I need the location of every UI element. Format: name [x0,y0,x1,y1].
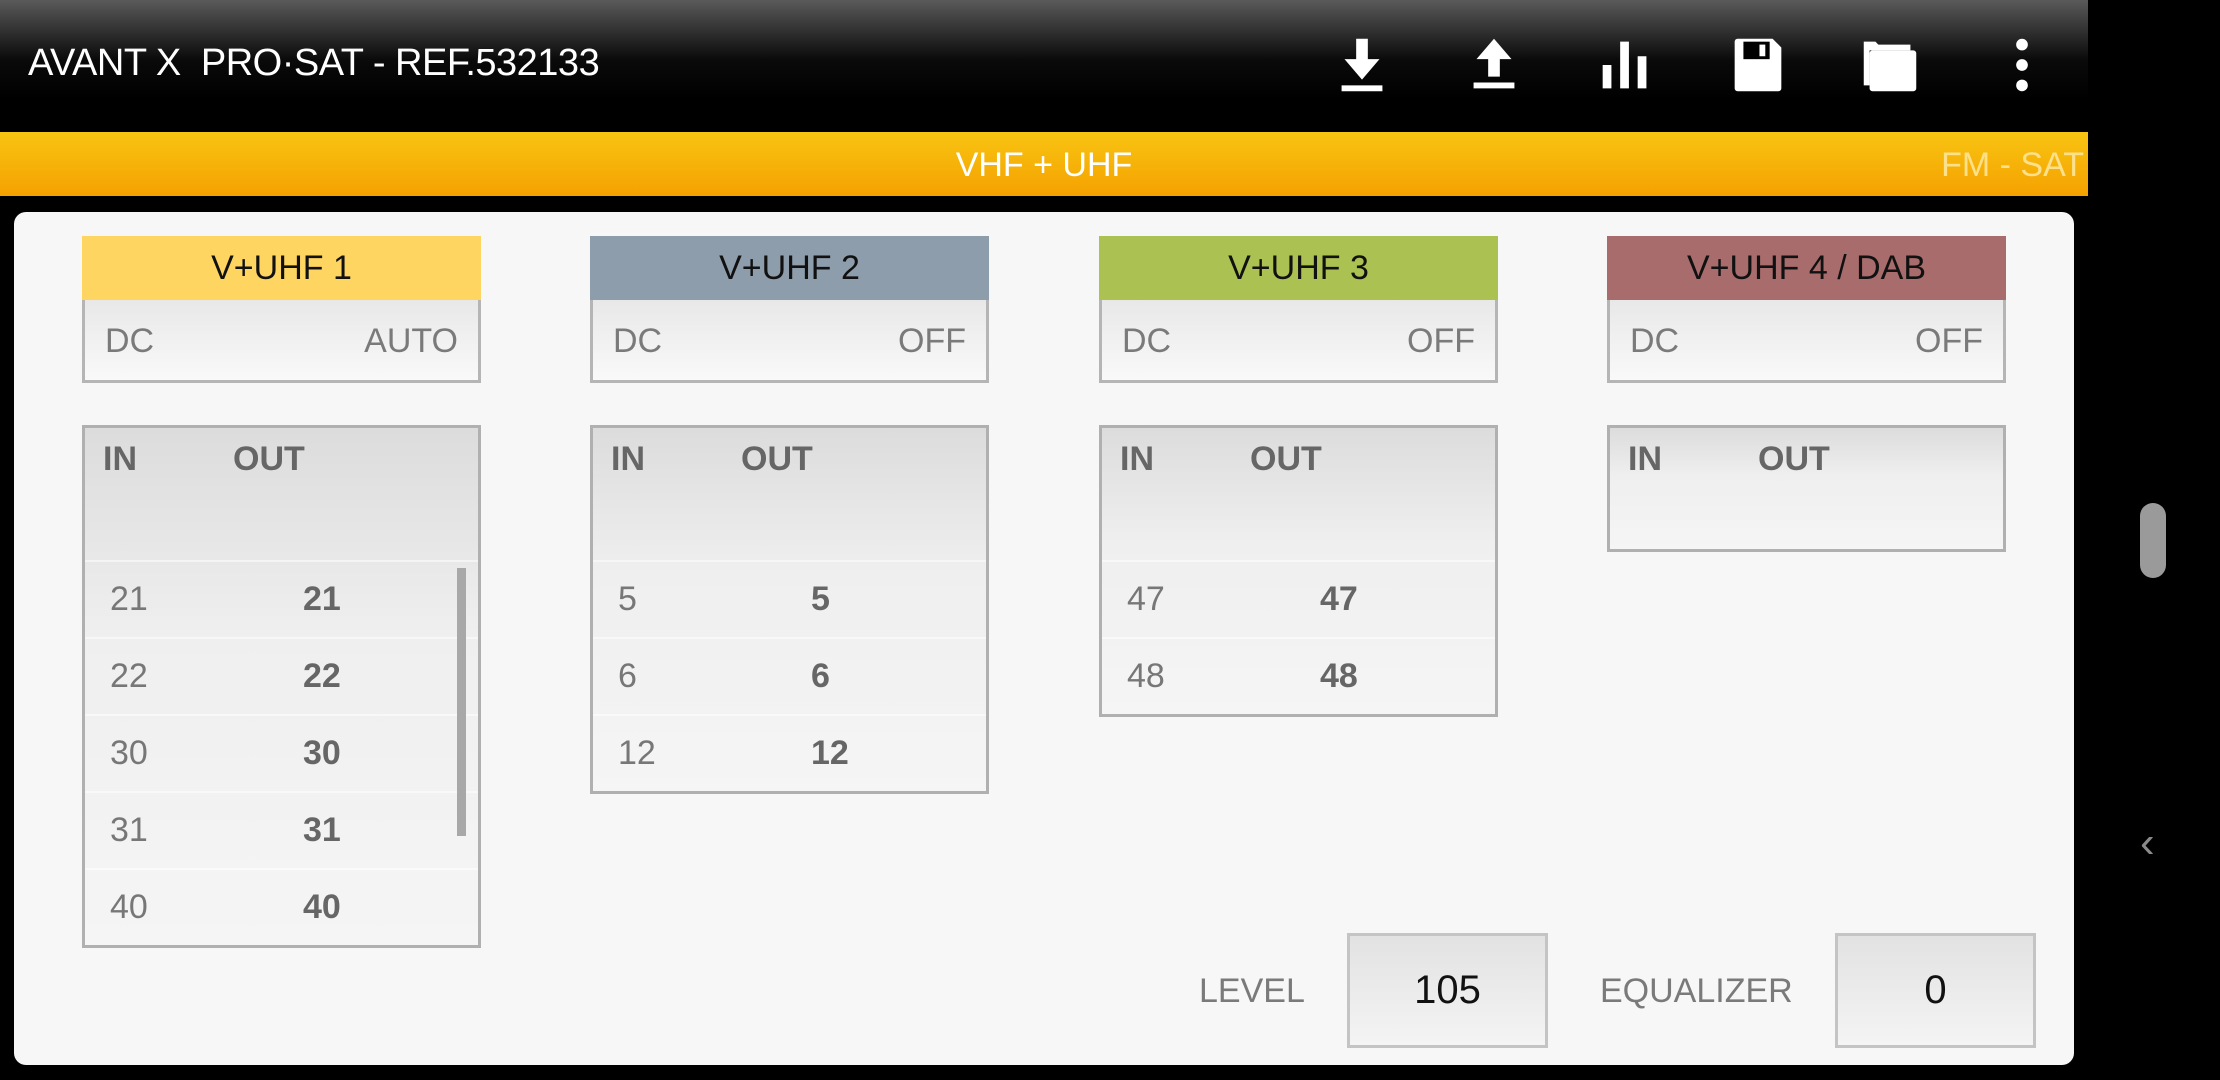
in-channel: 12 [618,734,656,772]
in-channel: 40 [110,888,148,926]
output-group: V+UHF 4 / DAB DC OFF IN OUT [1607,236,2006,552]
in-header: IN [1628,440,1662,478]
table-row[interactable]: 22 22 [85,637,478,714]
table-header: IN OUT [85,428,478,560]
level-input[interactable]: 105 [1347,933,1548,1048]
nav-scroll-handle[interactable] [2140,503,2166,578]
dc-value: AUTO [364,322,458,360]
output-group: V+UHF 2 DC OFF IN OUT 5 5 6 6 12 12 [590,236,989,794]
tab-bar: VHF + UHF FM - SAT [0,132,2088,196]
save-icon[interactable] [1723,30,1793,100]
table-row[interactable]: 21 21 [85,560,478,637]
more-vert-icon[interactable] [1987,30,2057,100]
out-channel: 47 [1320,580,1358,618]
out-channel: 40 [303,888,341,926]
table-row[interactable]: 48 48 [1102,637,1495,714]
out-header: OUT [1758,440,1830,478]
out-channel: 5 [811,580,830,618]
channel-table[interactable]: IN OUT 5 5 6 6 12 12 [590,425,989,794]
table-row[interactable]: 47 47 [1102,560,1495,637]
equalizer-label: EQUALIZER [1600,972,1793,1010]
dc-selector[interactable]: DC OFF [1099,300,1498,383]
dc-value: OFF [1407,322,1475,360]
in-header: IN [1120,440,1154,478]
in-channel: 5 [618,580,637,618]
top-app-bar: AVANT X PRO·SAT - REF.532133 [0,0,2088,132]
out-channel: 30 [303,734,341,772]
out-channel: 21 [303,580,341,618]
dc-value: OFF [898,322,966,360]
table-row[interactable]: 5 5 [593,560,986,637]
level-label: LEVEL [1199,972,1305,1010]
table-row[interactable]: 12 12 [593,714,986,791]
in-channel: 22 [110,657,148,695]
group-header: V+UHF 1 [82,236,481,300]
dc-selector[interactable]: DC OFF [1607,300,2006,383]
channel-table[interactable]: IN OUT 47 47 48 48 [1099,425,1498,717]
out-channel: 6 [811,657,830,695]
dc-label: DC [1122,322,1172,360]
tab-vhf-uhf[interactable]: VHF + UHF [0,146,2088,185]
output-group: V+UHF 1 DC AUTO IN OUT 21 21 22 22 30 30… [82,236,481,948]
dc-label: DC [105,322,155,360]
table-row[interactable]: 31 31 [85,791,478,868]
in-channel: 48 [1127,657,1165,695]
upload-icon[interactable] [1459,30,1529,100]
in-channel: 6 [618,657,637,695]
scrollbar[interactable] [457,568,466,836]
app-title: AVANT X PRO·SAT - REF.532133 [28,42,600,84]
out-channel: 22 [303,657,341,695]
out-header: OUT [233,440,305,478]
out-channel: 12 [811,734,849,772]
table-header: IN OUT [593,428,986,560]
dc-label: DC [613,322,663,360]
folder-icon[interactable] [1855,30,1925,100]
app-window: AVANT X PRO·SAT - REF.532133 VHF + UHF F… [0,0,2088,1080]
out-channel: 31 [303,811,341,849]
out-header: OUT [1250,440,1322,478]
download-icon[interactable] [1327,30,1397,100]
equalizer-input[interactable]: 0 [1835,933,2036,1048]
group-header: V+UHF 3 [1099,236,1498,300]
table-row[interactable]: 40 40 [85,868,478,945]
table-header: IN OUT [1102,428,1495,560]
dc-selector[interactable]: DC OFF [590,300,989,383]
chevron-left-icon[interactable]: ‹ [2140,818,2155,868]
bar-chart-icon[interactable] [1591,30,1661,100]
group-header: V+UHF 4 / DAB [1607,236,2006,300]
in-channel: 21 [110,580,148,618]
out-channel: 48 [1320,657,1358,695]
output-group: V+UHF 3 DC OFF IN OUT 47 47 48 48 [1099,236,1498,717]
dc-selector[interactable]: DC AUTO [82,300,481,383]
in-header: IN [611,440,645,478]
out-header: OUT [741,440,813,478]
tab-fm-sat[interactable]: FM - SAT [1941,146,2084,185]
dc-label: DC [1630,322,1680,360]
dc-value: OFF [1915,322,1983,360]
channel-table[interactable]: IN OUT 21 21 22 22 30 30 31 31 40 40 [82,425,481,948]
in-channel: 31 [110,811,148,849]
in-header: IN [103,440,137,478]
group-header: V+UHF 2 [590,236,989,300]
table-row[interactable]: 30 30 [85,714,478,791]
in-channel: 30 [110,734,148,772]
in-channel: 47 [1127,580,1165,618]
table-row[interactable]: 6 6 [593,637,986,714]
channel-table[interactable]: IN OUT [1607,425,2006,552]
